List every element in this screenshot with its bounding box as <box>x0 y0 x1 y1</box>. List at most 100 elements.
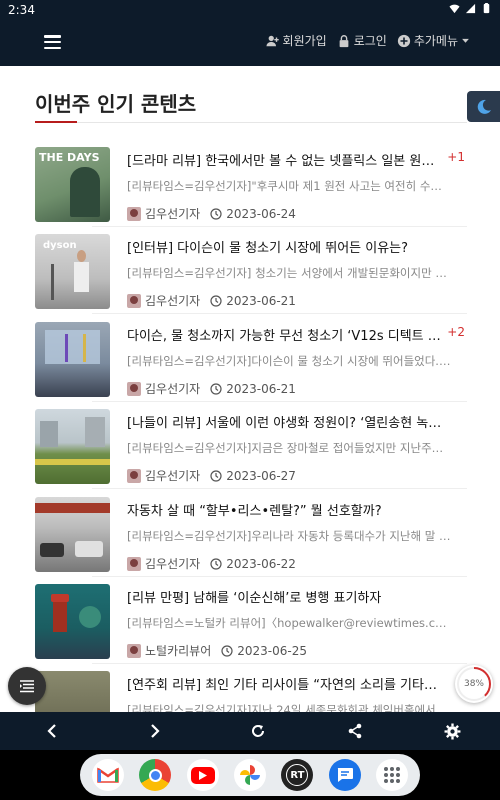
article-item[interactable]: THE DAYS [드라마 리뷰] 한국에서만 볼 수 없는 넷플릭스 일본 원… <box>35 147 465 234</box>
clock-icon <box>210 557 222 570</box>
article-title[interactable]: [인터뷰] 다이슨이 물 청소기 시장에 뛰어든 이유는? <box>127 237 442 256</box>
article-thumbnail[interactable] <box>35 409 110 484</box>
dock-tray: RT <box>80 754 420 796</box>
hamburger-menu-icon[interactable] <box>44 35 61 49</box>
share-button[interactable] <box>345 721 365 741</box>
article-date: 2023-06-24 <box>226 206 296 221</box>
author-avatar <box>127 468 141 483</box>
clock-icon <box>210 469 222 482</box>
moon-icon <box>477 99 491 114</box>
article-summary: [리뷰타임스=김우선기자]지난 24일 세종문화회관 체임버홀에서는 기타 <box>127 703 452 712</box>
signup-link[interactable]: 회원가입 <box>265 32 327 49</box>
clock-icon <box>210 294 222 307</box>
chevron-right-icon <box>151 724 160 738</box>
article-item[interactable]: [나들이 리뷰] 서울에 이런 야생화 정원이? ‘열린송현 녹지광장’ [리뷰… <box>35 409 465 496</box>
back-button[interactable] <box>42 721 62 741</box>
login-link[interactable]: 로그인 <box>337 32 387 49</box>
chevron-left-icon <box>47 724 56 738</box>
author-avatar <box>127 556 141 571</box>
chrome-icon[interactable] <box>139 759 172 791</box>
article-thumbnail[interactable] <box>35 584 110 659</box>
thumbnail-caption: THE DAYS <box>39 151 100 164</box>
section-title-underline <box>35 121 77 123</box>
article-item[interactable]: [리뷰 만평] 남해를 ‘이순신해’로 병행 표기하자 [리뷰타임스=노털카 리… <box>35 584 465 671</box>
article-title[interactable]: 자동차 살 때 “할부•리스•렌탈?” 뭘 선호할까? <box>127 500 442 519</box>
scroll-progress-indicator[interactable]: 38% <box>455 665 493 703</box>
caret-down-icon <box>462 38 469 43</box>
youtube-icon[interactable] <box>186 759 219 791</box>
article-divider <box>92 576 467 577</box>
article-date: 2023-06-21 <box>226 293 296 308</box>
wifi-icon <box>449 4 460 14</box>
article-item[interactable]: 자동차 살 때 “할부•리스•렌탈?” 뭘 선호할까? [리뷰타임스=김우선기자… <box>35 497 465 584</box>
settings-button[interactable] <box>442 721 462 741</box>
main-content: 이번주 인기 콘텐츠 THE DAYS [드라마 리뷰] 한국에서만 볼 수 없… <box>0 66 500 712</box>
article-thumbnail[interactable] <box>35 322 110 397</box>
gmail-icon[interactable] <box>91 759 124 791</box>
login-label: 로그인 <box>353 34 387 48</box>
author-name: 김우선기자 <box>145 207 201 221</box>
author-name: 김우선기자 <box>145 557 201 571</box>
author-name: 김우선기자 <box>145 382 201 396</box>
author-avatar <box>127 643 141 658</box>
article-title[interactable]: [리뷰 만평] 남해를 ‘이순신해’로 병행 표기하자 <box>127 587 442 606</box>
article-meta: 김우선기자 2023-06-21 <box>127 380 296 397</box>
article-summary: [리뷰타임스=김우선기자]"후쿠시마 제1 원전 사고는 여전히 수습되지 않았… <box>127 179 452 193</box>
more-menu-dropdown[interactable]: 추가메뉴 <box>397 32 470 49</box>
lock-icon <box>339 34 349 47</box>
dark-mode-toggle[interactable] <box>467 91 500 122</box>
article-thumbnail[interactable]: THE DAYS <box>35 147 110 222</box>
article-divider <box>92 313 467 314</box>
article-meta: 김우선기자 2023-06-24 <box>127 205 296 222</box>
plus-circle-icon <box>397 34 410 47</box>
clock-icon <box>221 644 233 657</box>
article-date: 2023-06-22 <box>226 556 296 571</box>
thumbnail-caption: dyson <box>43 240 77 251</box>
article-title[interactable]: [나들이 리뷰] 서울에 이런 야생화 정원이? ‘열린송현 녹지광장’ <box>127 412 442 431</box>
section-title: 이번주 인기 콘텐츠 <box>35 92 197 116</box>
article-item[interactable]: [연주회 리뷰] 최인 기타 리사이틀 “자연의 소리를 기타로” + [리뷰타… <box>35 671 465 712</box>
article-thumbnail[interactable]: dyson <box>35 234 110 309</box>
share-icon <box>348 723 362 739</box>
article-title[interactable]: [드라마 리뷰] 한국에서만 볼 수 없는 넷플릭스 일본 원전 드라마 <box>127 150 442 169</box>
article-divider <box>92 663 467 664</box>
refresh-icon <box>252 725 264 737</box>
reload-button[interactable] <box>248 721 268 741</box>
article-meta: 김우선기자 2023-06-21 <box>127 292 296 309</box>
author-name: 김우선기자 <box>145 469 201 483</box>
header-nav: 회원가입 로그인 추가메뉴 <box>265 32 470 49</box>
clock-icon <box>210 207 222 220</box>
article-summary: [리뷰타임스=김우선기자]우리나라 자동차 등록대수가 지난해 말 기준 <box>127 529 452 543</box>
rit-icon[interactable]: RT <box>281 759 314 791</box>
article-divider <box>92 488 467 489</box>
article-divider <box>92 226 467 227</box>
comment-count-badge: +2 <box>447 325 465 339</box>
article-date: 2023-06-25 <box>237 643 307 658</box>
comment-count-badge: +1 <box>447 150 465 164</box>
app-dock: RT <box>0 750 500 800</box>
article-title[interactable]: 다이슨, 물 청소까지 가능한 무선 청소기 ‘V12s 디텍트 슬림 <box>127 325 442 344</box>
forward-button[interactable] <box>145 721 165 741</box>
status-bar: 2:34 <box>0 0 500 20</box>
photos-icon[interactable] <box>233 759 266 791</box>
article-title[interactable]: [연주회 리뷰] 최인 기타 리사이틀 “자연의 소리를 기타로” <box>127 674 442 693</box>
status-time: 2:34 <box>8 3 35 17</box>
article-thumbnail[interactable] <box>35 671 110 712</box>
article-item[interactable]: 다이슨, 물 청소까지 가능한 무선 청소기 ‘V12s 디텍트 슬림 +2 [… <box>35 322 465 409</box>
gear-icon <box>444 723 460 739</box>
article-thumbnail[interactable] <box>35 497 110 572</box>
article-summary: [리뷰타임스=김우선기자]다이슨이 물 청소기 시장에 뛰어들었다. 다이슨은 <box>127 354 452 368</box>
app-drawer-icon[interactable] <box>376 759 409 791</box>
messages-icon[interactable] <box>328 759 361 791</box>
article-date: 2023-06-27 <box>226 468 296 483</box>
user-plus-icon <box>265 35 279 46</box>
author-avatar <box>127 381 141 396</box>
more-menu-label: 추가메뉴 <box>413 34 458 48</box>
signal-icon <box>465 3 476 14</box>
article-date: 2023-06-21 <box>226 381 296 396</box>
article-summary: [리뷰타임스=노털카 리뷰어]〈hopewalker@reviewtimes.c… <box>127 616 452 630</box>
floating-menu-button[interactable] <box>8 667 46 705</box>
article-meta: 김우선기자 2023-06-22 <box>127 555 296 572</box>
article-summary: [리뷰타임스=김우선기자] 청소기는 서양에서 개발된문화이지만 최근 <box>127 266 452 280</box>
article-item[interactable]: dyson [인터뷰] 다이슨이 물 청소기 시장에 뛰어든 이유는? [리뷰타… <box>35 234 465 321</box>
